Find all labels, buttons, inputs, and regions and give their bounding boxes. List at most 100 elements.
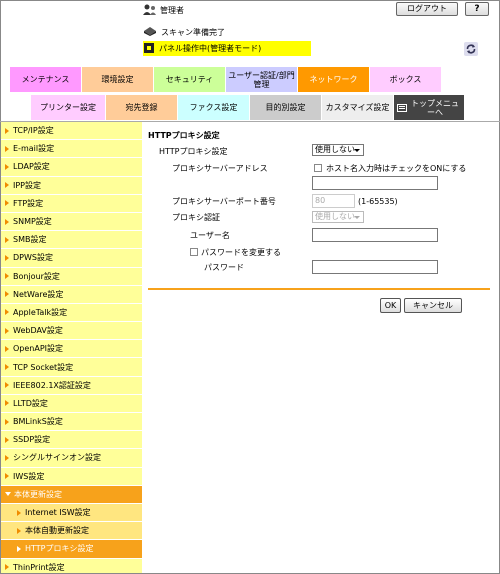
sidebar-item[interactable]: TCP/IP設定: [1, 122, 142, 141]
sidebar-item[interactable]: HTTPプロキシ設定: [1, 540, 142, 559]
sidebar-item[interactable]: LLTD設定: [1, 394, 142, 413]
triangle-right-icon: [5, 127, 9, 134]
logout-button[interactable]: ログアウト: [396, 2, 458, 16]
triangle-right-icon: [5, 345, 9, 352]
sidebar-item-label: シングルサインオン設定: [13, 453, 101, 463]
sidebar-item[interactable]: IPP設定: [1, 176, 142, 195]
help-button[interactable]: ?: [465, 2, 489, 16]
triangle-right-icon: [5, 473, 9, 480]
proxy-address-label: プロキシサーバーアドレス: [172, 164, 268, 173]
sidebar-item[interactable]: SSDP設定: [1, 431, 142, 450]
triangle-right-icon: [17, 527, 21, 534]
tab-network[interactable]: ネットワーク: [298, 67, 370, 92]
sidebar-item[interactable]: WebDAV設定: [1, 322, 142, 341]
tab-fax-settings[interactable]: ファクス設定: [178, 95, 250, 120]
triangle-right-icon: [5, 273, 9, 280]
username-input[interactable]: [312, 228, 438, 242]
triangle-right-icon: [5, 327, 9, 334]
cancel-button[interactable]: キャンセル: [404, 298, 462, 313]
sidebar-item-label: LDAP設定: [13, 162, 50, 172]
ok-button[interactable]: OK: [380, 298, 401, 313]
sidebar-item[interactable]: E-mail設定: [1, 140, 142, 159]
sidebar-item[interactable]: 本体自動更新設定: [1, 522, 142, 541]
triangle-right-icon: [5, 418, 9, 425]
sidebar: TCP/IP設定 E-mail設定 LDAP設定 IPP設定 FTP設定 SNMP設定 SM…: [1, 122, 142, 573]
triangle-right-icon: [5, 182, 9, 189]
tab-security[interactable]: セキュリティ: [154, 67, 226, 92]
top-menu-label: トップメニューへ: [411, 98, 459, 117]
tab-address-registration[interactable]: 宛先登録: [106, 95, 178, 120]
triangle-right-icon: [5, 200, 9, 207]
sidebar-item[interactable]: IEEE802.1X認証設定: [1, 376, 142, 395]
refresh-icon[interactable]: [464, 42, 478, 56]
sidebar-item[interactable]: DPWS設定: [1, 249, 142, 268]
sidebar-item-label: FTP設定: [13, 198, 44, 208]
hostname-checkbox-label: ホスト名入力時はチェックをONにする: [326, 164, 467, 173]
sidebar-item-label: ThinPrint設定: [13, 562, 65, 572]
tab-maintenance[interactable]: メンテナンス: [10, 67, 82, 92]
sidebar-item[interactable]: NetWare設定: [1, 285, 142, 304]
triangle-right-icon: [5, 400, 9, 407]
tab-environment[interactable]: 環境設定: [82, 67, 154, 92]
proxy-address-input[interactable]: [312, 176, 438, 190]
section-divider: [148, 288, 490, 290]
change-password-label: パスワードを変更する: [201, 248, 281, 257]
scanner-icon: [143, 26, 157, 38]
triangle-right-icon: [5, 218, 9, 225]
sidebar-item-label: TCP/IP設定: [13, 126, 54, 136]
http-proxy-select[interactable]: 使用しない: [312, 144, 364, 156]
sidebar-item[interactable]: FTP設定: [1, 194, 142, 213]
sidebar-item-label: Internet ISW設定: [25, 508, 91, 518]
user-indicator: 管理者: [143, 3, 184, 17]
tab-box[interactable]: ボックス: [370, 67, 442, 92]
sidebar-item[interactable]: シングルサインオン設定: [1, 449, 142, 468]
triangle-right-icon: [5, 254, 9, 261]
triangle-right-icon: [5, 163, 9, 170]
sidebar-item-label: BMLinkS設定: [13, 417, 63, 427]
tab-user-auth[interactable]: ユーザー認証/部門管理: [226, 67, 298, 92]
proxy-auth-label: プロキシ認証: [172, 213, 220, 222]
triangle-down-icon: [5, 492, 11, 497]
sidebar-item-label: TCP Socket設定: [13, 362, 74, 372]
sidebar-item[interactable]: SNMP設定: [1, 212, 142, 232]
admin-user-icon: [143, 4, 157, 16]
proxy-port-label: プロキシサーバーポート番号: [172, 197, 276, 206]
http-proxy-label: HTTPプロキシ設定: [159, 147, 228, 156]
sidebar-item[interactable]: 本体更新設定: [1, 485, 142, 504]
tab-customize-settings[interactable]: カスタマイズ設定: [322, 95, 394, 120]
triangle-right-icon: [5, 364, 9, 371]
tab-purpose-settings[interactable]: 目的別設定: [250, 95, 322, 120]
password-input[interactable]: [312, 260, 438, 274]
top-menu-icon: [397, 103, 407, 112]
tab-printer-settings[interactable]: プリンター設定: [31, 95, 106, 120]
sidebar-item[interactable]: Internet ISW設定: [1, 503, 142, 523]
tab-top-menu[interactable]: トップメニューへ: [394, 95, 465, 120]
sidebar-item[interactable]: BMLinkS設定: [1, 413, 142, 432]
sidebar-item[interactable]: LDAP設定: [1, 158, 142, 177]
triangle-right-icon: [5, 145, 9, 152]
proxy-port-input[interactable]: 80: [312, 194, 355, 208]
triangle-right-icon: [5, 454, 9, 461]
sidebar-item[interactable]: IWS設定: [1, 467, 142, 486]
hostname-checkbox[interactable]: [314, 164, 322, 172]
chevron-down-icon: [354, 216, 360, 219]
sidebar-item[interactable]: OpenAPI設定: [1, 340, 142, 359]
sidebar-item-label: SSDP設定: [13, 435, 51, 445]
sidebar-item-label: IWS設定: [13, 471, 45, 481]
sidebar-item[interactable]: TCP Socket設定: [1, 358, 142, 377]
sidebar-item[interactable]: SMB設定: [1, 231, 142, 250]
triangle-right-icon: [5, 309, 9, 316]
change-password-checkbox[interactable]: [190, 248, 198, 256]
sidebar-item-label: DPWS設定: [13, 253, 53, 263]
sidebar-item-label: SMB設定: [13, 235, 47, 245]
sidebar-item[interactable]: AppleTalk設定: [1, 303, 142, 323]
username-label: ユーザー名: [190, 231, 230, 240]
sidebar-item[interactable]: ThinPrint設定: [1, 558, 142, 573]
sidebar-item-label: AppleTalk設定: [13, 307, 68, 317]
sidebar-item[interactable]: Bonjour設定: [1, 267, 142, 286]
panel-lock-icon: [144, 42, 155, 56]
proxy-auth-select[interactable]: 使用しない: [312, 211, 364, 223]
sidebar-item-label: HTTPプロキシ設定: [25, 544, 94, 554]
password-label: パスワード: [204, 263, 244, 272]
proxy-port-range: (1-65535): [358, 197, 398, 206]
